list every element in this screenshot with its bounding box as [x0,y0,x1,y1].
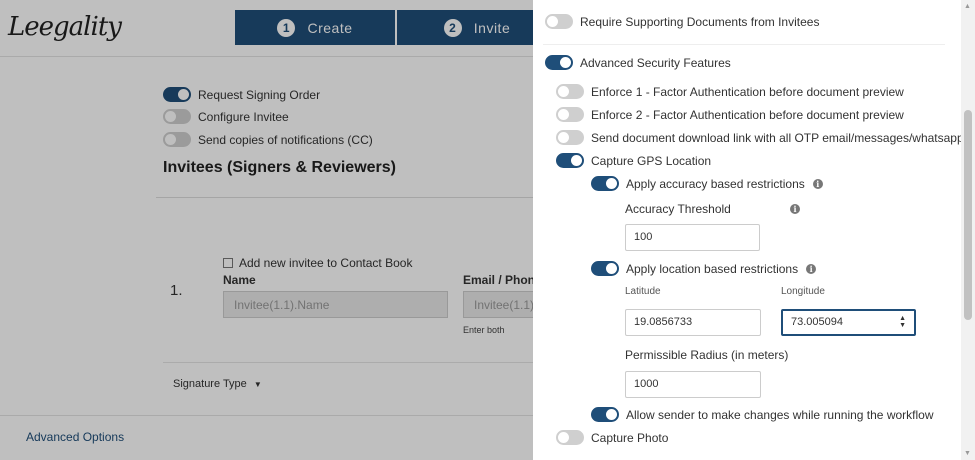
option-label: Advanced Security Features [580,55,731,70]
send-download-link-toggle[interactable] [556,130,584,145]
info-icon[interactable]: i [812,178,823,189]
capture-gps-option: Capture GPS Location [556,153,711,168]
latitude-label: Latitude [625,286,661,297]
panel-scrollbar[interactable]: ▲ ▼ [961,0,975,460]
option-label: Enforce 2 - Factor Authentication before… [591,107,904,122]
location-restrictions-option: Apply location based restrictions i [591,261,817,276]
allow-sender-changes-toggle[interactable] [591,407,619,422]
number-spinner-icon[interactable]: ▲ ▼ [899,315,906,329]
capture-photo-option: Capture Photo [556,430,668,445]
scroll-up-icon[interactable]: ▲ [964,3,971,10]
allow-sender-changes-option: Allow sender to make changes while runni… [591,407,934,422]
require-docs-option: Require Supporting Documents from Invite… [545,14,819,29]
accuracy-restrictions-toggle[interactable] [591,176,619,191]
option-label: Require Supporting Documents from Invite… [580,14,820,29]
info-icon[interactable]: i [806,263,817,274]
location-restrictions-toggle[interactable] [591,261,619,276]
latitude-input[interactable]: 19.0856733 [625,309,761,336]
settings-panel: Require Supporting Documents from Invite… [533,0,964,460]
advanced-security-option: Advanced Security Features [545,55,731,70]
accuracy-restrictions-option: Apply accuracy based restrictions i [591,176,823,191]
accuracy-threshold-label: Accuracy Threshold [625,202,731,216]
scroll-down-icon[interactable]: ▼ [964,450,971,457]
capture-photo-toggle[interactable] [556,430,584,445]
enforce1-option: Enforce 1 - Factor Authentication before… [556,84,904,99]
enforce2-toggle[interactable] [556,107,584,122]
scrollbar-thumb[interactable] [964,110,972,320]
enforce1-toggle[interactable] [556,84,584,99]
option-label: Capture GPS Location [591,153,712,168]
option-label: Send document download link with all OTP… [591,130,964,145]
enforce2-option: Enforce 2 - Factor Authentication before… [556,107,904,122]
accuracy-threshold-input[interactable]: 100 [625,224,760,251]
require-docs-toggle[interactable] [545,14,573,29]
longitude-label: Longitude [781,286,825,297]
option-label: Allow sender to make changes while runni… [626,407,934,422]
info-icon[interactable]: i [790,204,800,214]
radius-input[interactable]: 1000 [625,371,761,398]
longitude-input[interactable]: 73.005094 ▲ ▼ [781,309,916,336]
advanced-security-toggle[interactable] [545,55,573,70]
option-label: Apply location based restrictions [626,261,799,276]
longitude-value: 73.005094 [791,316,843,328]
option-label: Capture Photo [591,430,669,445]
option-label: Enforce 1 - Factor Authentication before… [591,84,904,99]
send-download-link-option: Send document download link with all OTP… [556,130,964,145]
capture-gps-toggle[interactable] [556,153,584,168]
option-label: Apply accuracy based restrictions [626,176,805,191]
divider [543,44,945,45]
radius-label: Permissible Radius (in meters) [625,348,789,362]
